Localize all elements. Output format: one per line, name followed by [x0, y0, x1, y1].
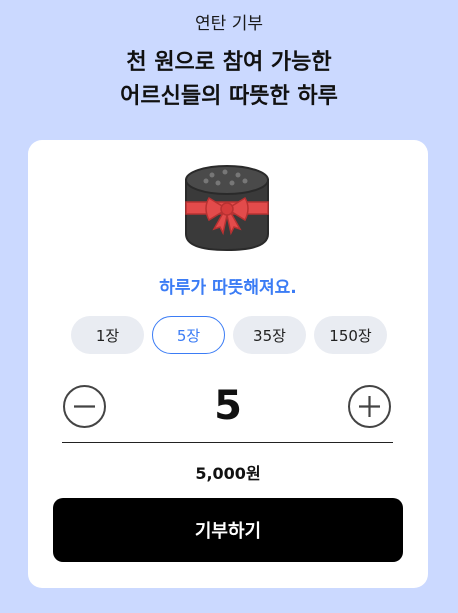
- tagline: 하루가 따뜻해져요.: [159, 278, 297, 298]
- quantity-value: 5: [214, 383, 242, 429]
- headline-line-1: 천 원으로 참여 가능한: [126, 50, 332, 75]
- option-chip-1[interactable]: 1장: [71, 316, 144, 354]
- coal-briquette-gift-illustration: [185, 165, 269, 252]
- header-subtitle: 연탄 기부: [195, 14, 263, 34]
- quantity-options: 1장 5장 35장 150장: [71, 316, 387, 354]
- donation-amount: 5,000원: [195, 464, 261, 483]
- plus-circle-icon[interactable]: [347, 384, 392, 429]
- minus-circle-icon[interactable]: [62, 384, 107, 429]
- option-chip-5[interactable]: 5장: [152, 316, 225, 354]
- headline-line-2: 어르신들의 따뜻한 하루: [120, 84, 338, 109]
- quantity-divider: [62, 442, 393, 443]
- option-chip-150[interactable]: 150장: [314, 316, 387, 354]
- option-chip-35[interactable]: 35장: [233, 316, 306, 354]
- page-headline: 천 원으로 참여 가능한 어르신들의 따뜻한 하루: [0, 46, 458, 114]
- donate-button[interactable]: 기부하기: [53, 498, 403, 562]
- donation-card: 하루가 따뜻해져요. 1장 5장 35장 150장 5 5,000원 기부하기: [28, 140, 428, 588]
